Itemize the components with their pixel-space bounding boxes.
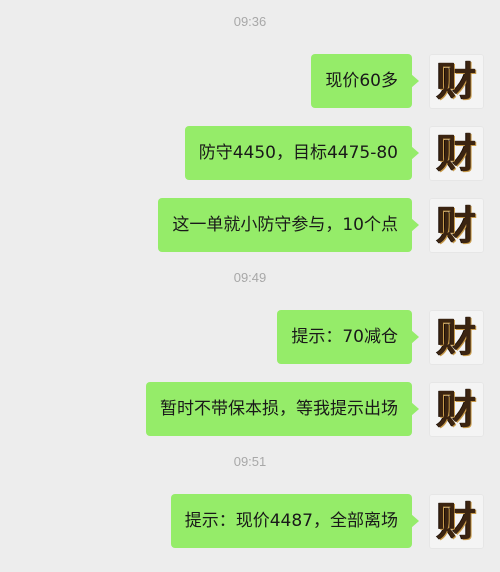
message-bubble[interactable]: 暂时不带保本损，等我提示出场 xyxy=(146,382,419,436)
message-row: 提示：现价4487，全部离场 财 xyxy=(170,494,484,550)
message-row: 防守4450，目标4475-80 财 xyxy=(184,126,484,182)
message-row: 提示：70减仓 财 xyxy=(277,310,484,366)
chat-window: 09:36 现价60多 财 防守4450，目标4475-80 财 这一单就小防守… xyxy=(0,0,500,572)
message-row: 暂时不带保本损，等我提示出场 财 xyxy=(146,382,484,438)
message-bubble[interactable]: 现价60多 xyxy=(311,54,419,108)
timestamp: 09:36 xyxy=(233,14,267,29)
avatar[interactable]: 财 xyxy=(429,126,484,181)
message-row: 现价60多 财 xyxy=(311,54,484,110)
avatar[interactable]: 财 xyxy=(429,54,484,109)
avatar-glyph: 财 xyxy=(436,201,477,249)
avatar[interactable]: 财 xyxy=(429,198,484,253)
message-row: 这一单就小防守参与，10个点 财 xyxy=(158,198,484,254)
message-bubble[interactable]: 防守4450，目标4475-80 xyxy=(184,126,420,180)
timestamp: 09:49 xyxy=(233,270,267,285)
message-bubble[interactable]: 提示：现价4487，全部离场 xyxy=(170,494,420,548)
avatar-glyph: 财 xyxy=(436,385,477,433)
avatar-glyph: 财 xyxy=(436,313,477,361)
avatar[interactable]: 财 xyxy=(429,494,484,549)
avatar-glyph: 财 xyxy=(436,129,477,177)
avatar[interactable]: 财 xyxy=(429,310,484,365)
message-bubble[interactable]: 这一单就小防守参与，10个点 xyxy=(158,198,419,252)
timestamp: 09:51 xyxy=(233,454,267,469)
message-bubble[interactable]: 提示：70减仓 xyxy=(277,310,419,364)
avatar-glyph: 财 xyxy=(436,497,477,545)
avatar-glyph: 财 xyxy=(436,57,477,105)
avatar[interactable]: 财 xyxy=(429,382,484,437)
